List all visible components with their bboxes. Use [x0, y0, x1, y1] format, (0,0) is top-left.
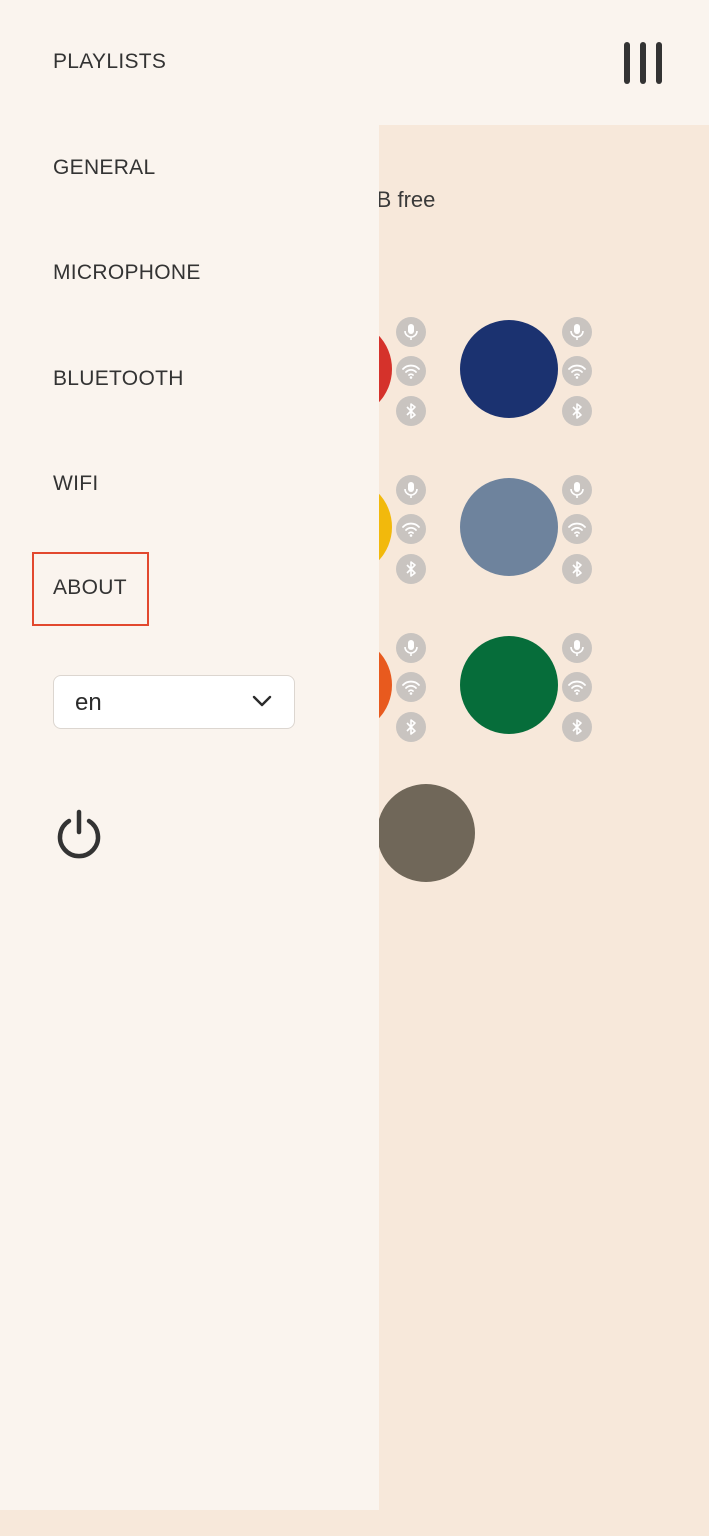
- menu-item-microphone[interactable]: MICROPHONE: [53, 261, 201, 285]
- wifi-icon: [562, 356, 592, 386]
- microphone-icon: [562, 633, 592, 663]
- microphone-icon: [396, 317, 426, 347]
- bluetooth-icon: [562, 712, 592, 742]
- microphone-icon: [396, 475, 426, 505]
- bluetooth-icon: [562, 396, 592, 426]
- language-select-value: en: [75, 689, 102, 716]
- bluetooth-icon: [396, 712, 426, 742]
- disk-navy[interactable]: [460, 320, 558, 418]
- microphone-icon: [562, 317, 592, 347]
- side-drawer: PLAYLISTS GENERAL MICROPHONE BLUETOOTH W…: [0, 0, 379, 1510]
- microphone-icon: [562, 475, 592, 505]
- bluetooth-icon: [562, 554, 592, 584]
- wifi-icon: [562, 672, 592, 702]
- language-select[interactable]: en: [53, 675, 295, 729]
- wifi-icon: [396, 356, 426, 386]
- wifi-icon: [396, 514, 426, 544]
- wifi-icon: [562, 514, 592, 544]
- power-icon[interactable]: [53, 808, 105, 860]
- wifi-icon: [396, 672, 426, 702]
- disk-green[interactable]: [460, 636, 558, 734]
- menu-item-general[interactable]: GENERAL: [53, 156, 155, 180]
- hamburger-icon[interactable]: [620, 40, 666, 86]
- menu-item-playlists[interactable]: PLAYLISTS: [53, 50, 166, 74]
- bluetooth-icon: [396, 554, 426, 584]
- chevron-down-icon: [252, 695, 272, 707]
- disk-slate[interactable]: [460, 478, 558, 576]
- microphone-icon: [396, 633, 426, 663]
- disk-taupe[interactable]: [377, 784, 475, 882]
- bluetooth-icon: [396, 396, 426, 426]
- menu-item-bluetooth[interactable]: BLUETOOTH: [53, 367, 184, 391]
- menu-item-about[interactable]: ABOUT: [32, 552, 149, 626]
- menu-item-wifi[interactable]: WIFI: [53, 472, 99, 496]
